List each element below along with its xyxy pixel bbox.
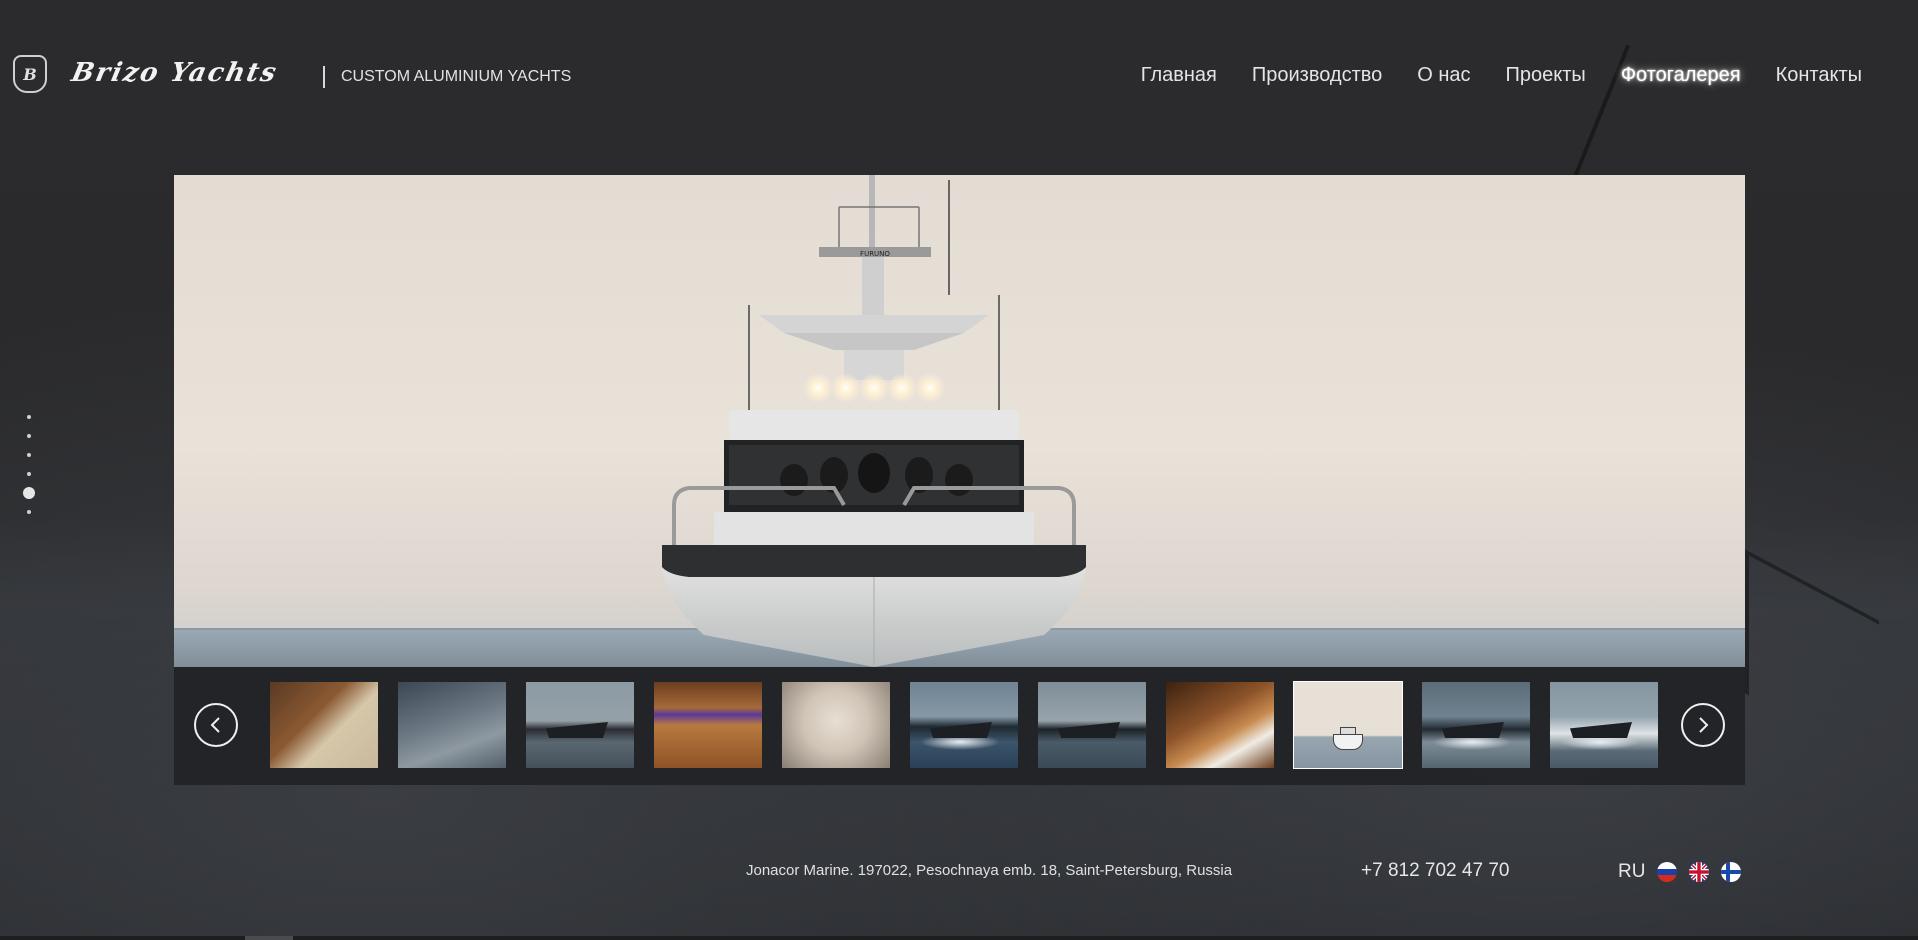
uk-flag-icon[interactable] [1689,862,1710,882]
chevron-left-icon[interactable] [194,703,238,747]
section-dot-active[interactable] [23,487,35,499]
mast-label: FURUNO [860,250,890,258]
main-nav: Главная Производство О нас Проекты Фотог… [1141,64,1862,87]
current-language: RU [1618,861,1646,882]
nav-item-about[interactable]: О нас [1417,64,1470,87]
bottom-bar-indicator [245,936,293,940]
nav-item-contacts[interactable]: Контакты [1776,64,1862,87]
footer-phone[interactable]: +7 812 702 47 70 [1361,860,1509,882]
section-dots [23,415,35,514]
thumbnail-helm-seats[interactable] [270,682,378,768]
footer-address: Jonacor Marine. 197022, Pesochnaya emb. … [746,862,1233,879]
thumbnail-galley[interactable] [1166,682,1274,768]
thumbnail-yacht-spray-light[interactable] [1550,682,1658,768]
section-dot[interactable] [27,510,31,514]
section-dot[interactable] [27,415,31,419]
russia-flag-icon[interactable] [1657,862,1678,882]
section-dot[interactable] [27,434,31,438]
thumbnail-cockpit-table[interactable] [654,682,762,768]
brand-tagline: CUSTOM ALUMINIUM YACHTS [341,68,572,85]
chevron-right-icon[interactable] [1681,703,1725,747]
section-dot[interactable] [27,453,31,457]
nav-item-projects[interactable]: Проекты [1506,64,1586,87]
gallery-main-photo[interactable]: FURUNO [174,175,1745,667]
yacht-image: FURUNO [662,175,1086,667]
thumbnail-yacht-running[interactable] [526,682,634,768]
thumbnail-yacht-spray-dark[interactable] [1422,682,1530,768]
thumbnail-yacht-speeding-grey[interactable] [1038,682,1146,768]
logo-divider [323,66,325,88]
thumbnail-yacht-speeding-blue[interactable] [910,682,1018,768]
brand-logo[interactable]: Brizo Yachts [69,58,281,88]
badge-letter: B [23,64,37,84]
thumbnail-strip [174,667,1745,785]
nav-item-production[interactable]: Производство [1252,64,1382,87]
finland-flag-icon[interactable] [1721,862,1742,882]
thumbnail-aft-deck[interactable] [398,682,506,768]
thumbnail-list [270,681,1658,769]
nav-item-home[interactable]: Главная [1141,64,1217,87]
nav-item-gallery[interactable]: Фотогалерея [1621,64,1741,87]
section-dot[interactable] [27,472,31,476]
thumbnail-yacht-front-active[interactable] [1293,681,1403,769]
language-switcher: RU [1618,861,1742,883]
thumbnail-leather-seats[interactable] [782,682,890,768]
brizo-badge-icon[interactable]: B [13,55,47,93]
